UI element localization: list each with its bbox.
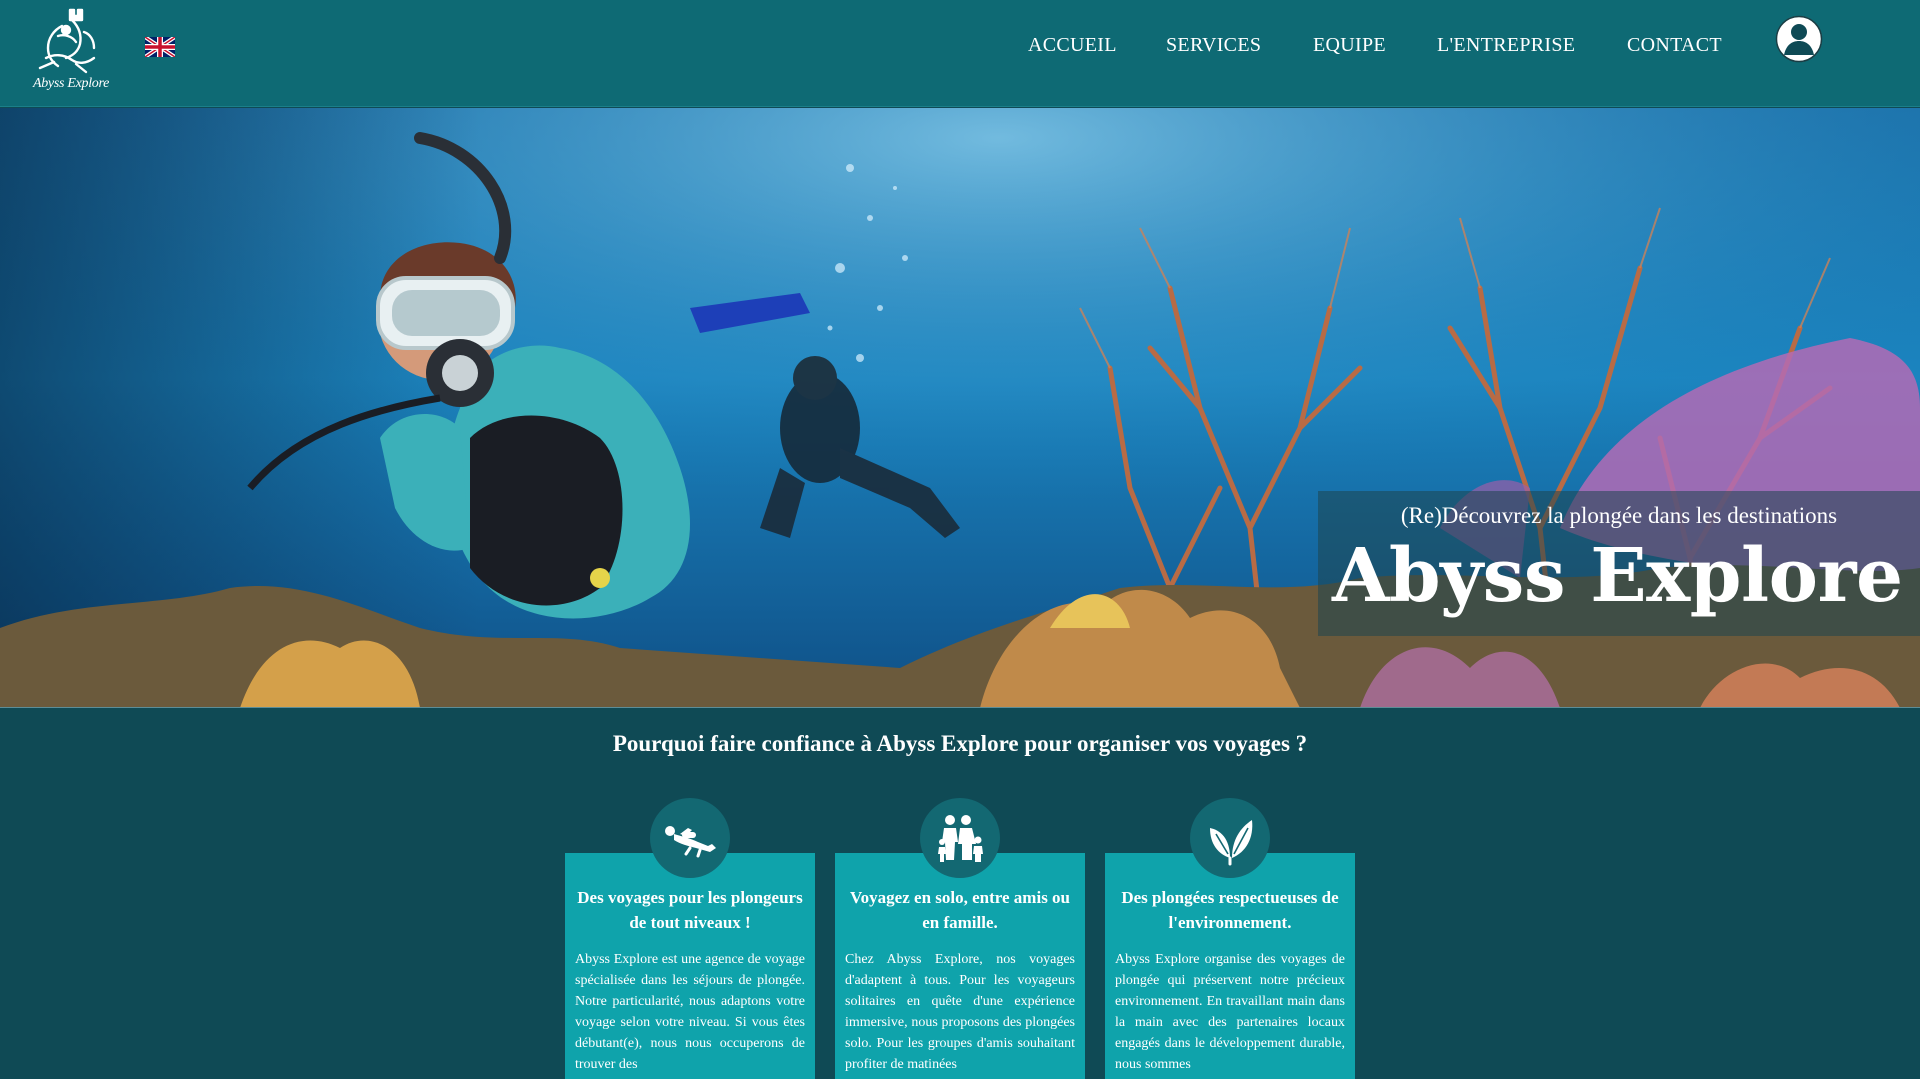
- feature-card-family: Voyagez en solo, entre amis ou en famill…: [835, 853, 1085, 1079]
- family-icon: [920, 798, 1000, 878]
- nav-item-equipe[interactable]: EQUIPE: [1313, 34, 1386, 57]
- nav-item-services[interactable]: SERVICES: [1166, 34, 1261, 57]
- site-header: Abyss Explore ACCUEIL SERVICES EQUIPE L'…: [0, 0, 1920, 107]
- hero-subtitle: (Re)Découvrez la plongée dans les destin…: [1400, 503, 1838, 528]
- card-text: Abyss Explore organise des voyages de pl…: [1115, 952, 1345, 1072]
- main-nav: ACCUEIL SERVICES EQUIPE L'ENTREPRISE CON…: [0, 34, 1920, 64]
- diver-icon: [650, 798, 730, 878]
- hero-title: Abyss Explore: [1332, 533, 1903, 619]
- why-section-title: Pourquoi faire confiance à Abyss Explore…: [612, 731, 1308, 756]
- feature-card-levels: Des voyages pour les plongeurs de tout n…: [565, 853, 815, 1079]
- logo-text: Abyss Explore: [32, 76, 110, 91]
- card-text: Abyss Explore est une agence de voyage s…: [575, 952, 805, 1072]
- card-title: Voyagez en solo, entre amis ou en famill…: [849, 888, 1071, 932]
- nav-item-accueil[interactable]: ACCUEIL: [1028, 34, 1117, 57]
- hero-caption-box: (Re)Découvrez la plongée dans les destin…: [1318, 491, 1920, 636]
- leaf-icon: [1190, 798, 1270, 878]
- feature-card-environment: Des plongées respectueuses de l'environn…: [1105, 853, 1355, 1079]
- nav-item-contact[interactable]: CONTACT: [1627, 34, 1722, 57]
- nav-item-entreprise[interactable]: L'ENTREPRISE: [1437, 34, 1575, 57]
- user-icon[interactable]: [1773, 13, 1825, 65]
- card-text: Chez Abyss Explore, nos voyages d'adapte…: [845, 952, 1075, 1072]
- card-title: Des voyages pour les plongeurs de tout n…: [577, 888, 803, 932]
- hero-banner: (Re)Découvrez la plongée dans les destin…: [0, 108, 1920, 708]
- card-title: Des plongées respectueuses de l'environn…: [1121, 888, 1339, 932]
